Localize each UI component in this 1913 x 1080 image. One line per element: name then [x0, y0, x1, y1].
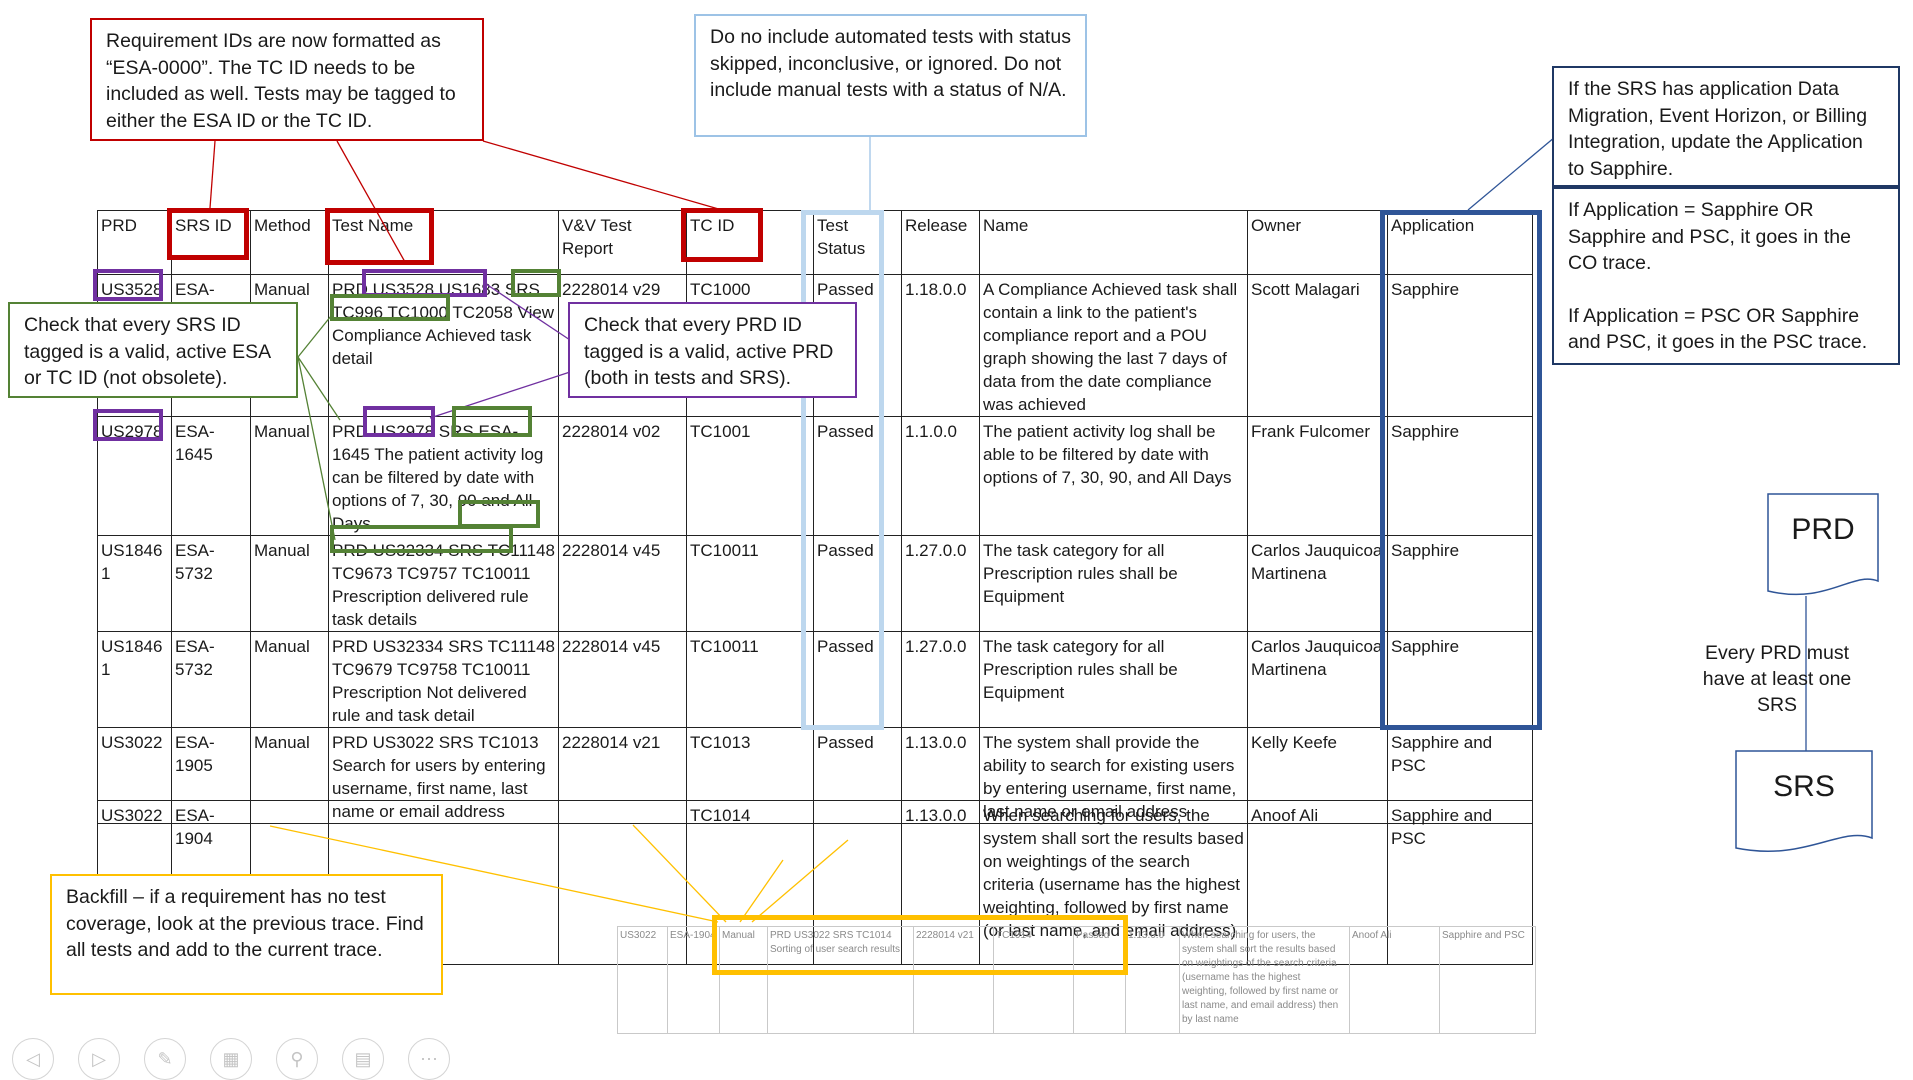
slide: PRD SRS ID Method Test Name V&V Test Rep…	[0, 0, 1913, 1080]
table-cell: Anoof Ali	[1349, 926, 1440, 1034]
header-cell: Application	[1387, 210, 1533, 275]
table-row: US18461 ESA-5732 Manual PRD US32334 SRS …	[97, 535, 1533, 632]
table-cell: ESA-1904	[667, 926, 720, 1034]
callout-text: Do no include automated tests with statu…	[710, 26, 1071, 101]
table-row: US2978 ESA-1645 Manual PRD US2978 SRS ES…	[97, 416, 1533, 536]
table-cell: Passed	[1073, 926, 1126, 1034]
table-cell: TC10011	[686, 631, 814, 728]
table-cell: US2978	[97, 416, 172, 536]
table-cell: Sapphire	[1387, 535, 1533, 632]
prd-document-shape: PRD	[1767, 493, 1879, 603]
table-cell: US18461	[97, 631, 172, 728]
table-cell: Carlos Jauquicoa Martinena	[1247, 631, 1388, 728]
table-cell: PRD US2978 SRS ESA-1645 The patient acti…	[328, 416, 559, 536]
srs-label: SRS	[1773, 770, 1835, 803]
backfill-snippet-table: US3022 ESA-1904 Manual PRD US3022 SRS TC…	[617, 926, 1536, 1034]
header-cell: TC ID	[686, 210, 814, 275]
table-cell: TC1001	[686, 416, 814, 536]
table-cell: Passed	[813, 535, 902, 632]
table-cell: Manual	[250, 535, 329, 632]
callout-text: If the SRS has application Data Migratio…	[1568, 78, 1868, 180]
table-cell: ESA-5732	[171, 535, 251, 632]
srs-document-shape: SRS	[1735, 750, 1873, 860]
requirement-ids-callout: Requirement IDs are now formatted as “ES…	[90, 18, 484, 141]
header-row: PRD SRS ID Method Test Name V&V Test Rep…	[97, 210, 1533, 275]
header-cell: Release	[901, 210, 980, 275]
table-cell: Sapphire and PSC	[1439, 926, 1536, 1034]
table-cell: When searching for users, the system sha…	[1179, 926, 1350, 1034]
table-cell: The task category for all Prescription r…	[979, 535, 1248, 632]
callout-text: If Application = Sapphire OR Sapphire an…	[1568, 199, 1851, 274]
table-cell: PRD US32334 SRS TC11148 TC9679 TC9758 TC…	[328, 631, 559, 728]
header-cell: PRD	[97, 210, 172, 275]
header-cell: Name	[979, 210, 1248, 275]
table-cell: A Compliance Achieved task shall contain…	[979, 274, 1248, 417]
callout-text: Requirement IDs are now formatted as “ES…	[106, 30, 456, 132]
table-cell: US18461	[97, 535, 172, 632]
table-cell: Manual	[250, 416, 329, 536]
srs-check-callout: Check that every SRS ID tagged is a vali…	[8, 302, 298, 398]
callout-text: Backfill – if a requirement has no test …	[66, 886, 424, 961]
callout-text: If Application = PSC OR Sapphire and PSC…	[1568, 304, 1868, 354]
table-cell: PRD US3022 SRS TC1014 Sorting of user se…	[767, 926, 914, 1034]
table-cell: The patient activity log shall be able t…	[979, 416, 1248, 536]
application-update-callout: If the SRS has application Data Migratio…	[1552, 66, 1900, 187]
exclude-tests-callout: Do no include automated tests with statu…	[694, 14, 1087, 137]
table-cell: The task category for all Prescription r…	[979, 631, 1248, 728]
table-row: US3022 ESA-1904 Manual PRD US3022 SRS TC…	[617, 926, 1536, 1034]
table-cell: Scott Malagari	[1247, 274, 1388, 417]
table-cell: 2228014 v45	[558, 535, 687, 632]
table-cell: 1.18.0.0	[901, 274, 980, 417]
table-cell: US3022	[617, 926, 668, 1034]
callout-text: Check that every SRS ID tagged is a vali…	[24, 314, 271, 389]
table-cell: 2228014 v02	[558, 416, 687, 536]
header-cell: Method	[250, 210, 329, 275]
table-row: US18461 ESA-5732 Manual PRD US32334 SRS …	[97, 631, 1533, 728]
table-cell: Frank Fulcomer	[1247, 416, 1388, 536]
table-cell: Passed	[813, 631, 902, 728]
table-cell: Manual	[250, 631, 329, 728]
prd-check-callout: Check that every PRD ID tagged is a vali…	[568, 302, 857, 398]
header-cell: Owner	[1247, 210, 1388, 275]
prd-label: PRD	[1791, 513, 1855, 546]
table-cell: ESA-1645	[171, 416, 251, 536]
table-cell: 1.27.0.0	[901, 535, 980, 632]
table-cell: TC1014	[993, 926, 1074, 1034]
table-cell: PRD US3528 US1683 SRS TC996 TC1000 TC205…	[328, 274, 559, 417]
table-cell: Carlos Jauquicoa Martinena	[1247, 535, 1388, 632]
table-cell: Passed	[813, 416, 902, 536]
table-cell: Sapphire	[1387, 274, 1533, 417]
table-cell: 2228014 v45	[558, 631, 687, 728]
table-cell: Manual	[719, 926, 768, 1034]
header-cell: V&V Test Report	[558, 210, 687, 275]
header-cell: SRS ID	[171, 210, 251, 275]
table-cell: Sapphire	[1387, 416, 1533, 536]
table-cell: TC10011	[686, 535, 814, 632]
table-cell: 1.13.0.0	[1125, 926, 1180, 1034]
table-cell: 1.1.0.0	[901, 416, 980, 536]
callout-text: Check that every PRD ID tagged is a vali…	[584, 314, 834, 389]
header-cell: Test Name	[328, 210, 559, 275]
table-cell: 2228014 v21	[913, 926, 994, 1034]
backfill-callout: Backfill – if a requirement has no test …	[50, 874, 443, 995]
prd-srs-note: Every PRD must have at least one SRS	[1702, 642, 1852, 716]
application-trace-callout: If Application = Sapphire OR Sapphire an…	[1552, 187, 1900, 365]
table-cell: Sapphire	[1387, 631, 1533, 728]
table-cell: ESA-5732	[171, 631, 251, 728]
table-cell: 1.27.0.0	[901, 631, 980, 728]
table-cell: PRD US32334 SRS TC11148 TC9673 TC9757 TC…	[328, 535, 559, 632]
header-cell: Test Status	[813, 210, 902, 275]
